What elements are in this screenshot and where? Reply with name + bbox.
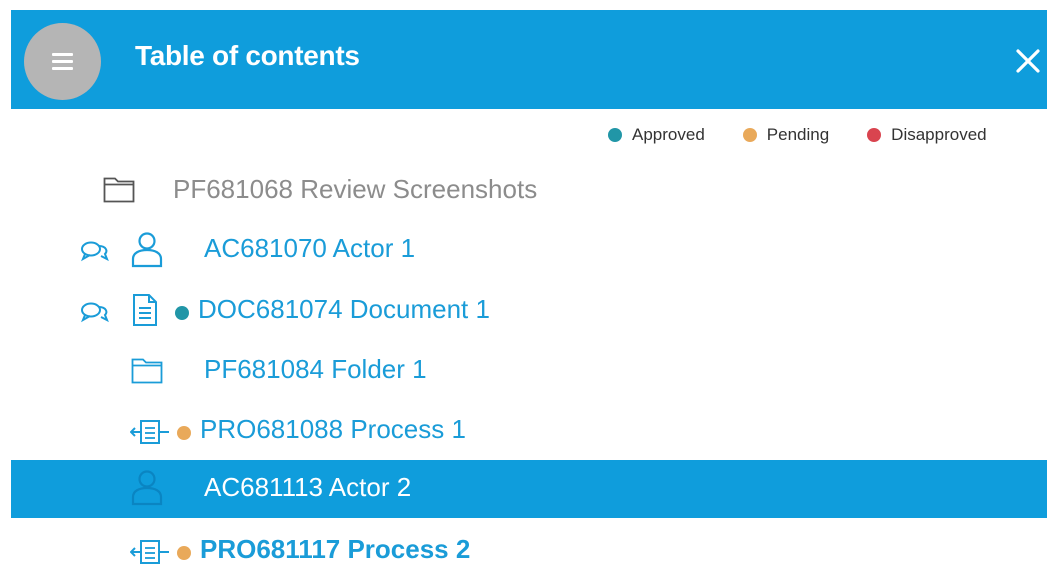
- tree-item-label: PRO681088 Process 1: [200, 414, 466, 444]
- tree-item-label: AC681113 Actor 2: [204, 472, 412, 502]
- disapproved-dot-icon: [867, 128, 882, 142]
- legend-pending: Pending: [742, 125, 830, 145]
- legend-label: Disapproved: [891, 125, 987, 144]
- legend-approved: Approved: [608, 125, 705, 145]
- approved-status-icon: [175, 306, 189, 320]
- legend-label: Approved: [632, 125, 705, 144]
- hamburger-icon: [52, 53, 73, 56]
- tree-item-process-1[interactable]: PRO681088 Process 1: [0, 404, 1036, 460]
- folder-icon: [103, 177, 135, 203]
- comments-icon[interactable]: [80, 239, 110, 263]
- approved-dot-icon: [608, 128, 622, 142]
- comments-icon[interactable]: [80, 300, 110, 324]
- tree-item-label: PF681084 Folder 1: [204, 354, 427, 384]
- tree-item-actor-2[interactable]: AC681113 Actor 2: [11, 460, 1047, 518]
- legend-disapproved: Disapproved: [867, 125, 987, 145]
- process-icon: [130, 420, 169, 444]
- tree-item-folder-1[interactable]: PF681084 Folder 1: [0, 344, 1036, 400]
- tree-item-label: DOC681074 Document 1: [198, 294, 490, 324]
- pending-status-icon: [177, 546, 191, 560]
- tree-item-actor-1[interactable]: AC681070 Actor 1: [0, 223, 1036, 279]
- close-icon[interactable]: [1013, 46, 1043, 76]
- status-legend: Approved Pending Disapproved: [608, 122, 987, 148]
- tree-item-root-folder[interactable]: PF681068 Review Screenshots: [0, 164, 1036, 220]
- tree-item-label: PRO681117 Process 2: [200, 534, 471, 564]
- tree-item-process-2[interactable]: PRO681117 Process 2: [0, 524, 1036, 580]
- toc-header: Table of contents: [11, 10, 1047, 109]
- tree-item-label: PF681068 Review Screenshots: [173, 174, 538, 204]
- folder-icon: [131, 358, 163, 384]
- pending-status-icon: [177, 426, 191, 440]
- legend-label: Pending: [766, 125, 830, 144]
- actor-icon: [131, 232, 163, 268]
- actor-icon: [131, 470, 163, 506]
- hamburger-line: [52, 67, 73, 70]
- menu-button[interactable]: [24, 23, 101, 100]
- process-icon: [130, 540, 169, 564]
- hamburger-line: [52, 60, 73, 63]
- page-title: Table of contents: [135, 40, 360, 71]
- tree-item-label: AC681070 Actor 1: [204, 233, 416, 263]
- document-icon: [133, 294, 157, 326]
- tree-item-document-1[interactable]: DOC681074 Document 1: [0, 284, 1036, 340]
- pending-dot-icon: [742, 128, 757, 142]
